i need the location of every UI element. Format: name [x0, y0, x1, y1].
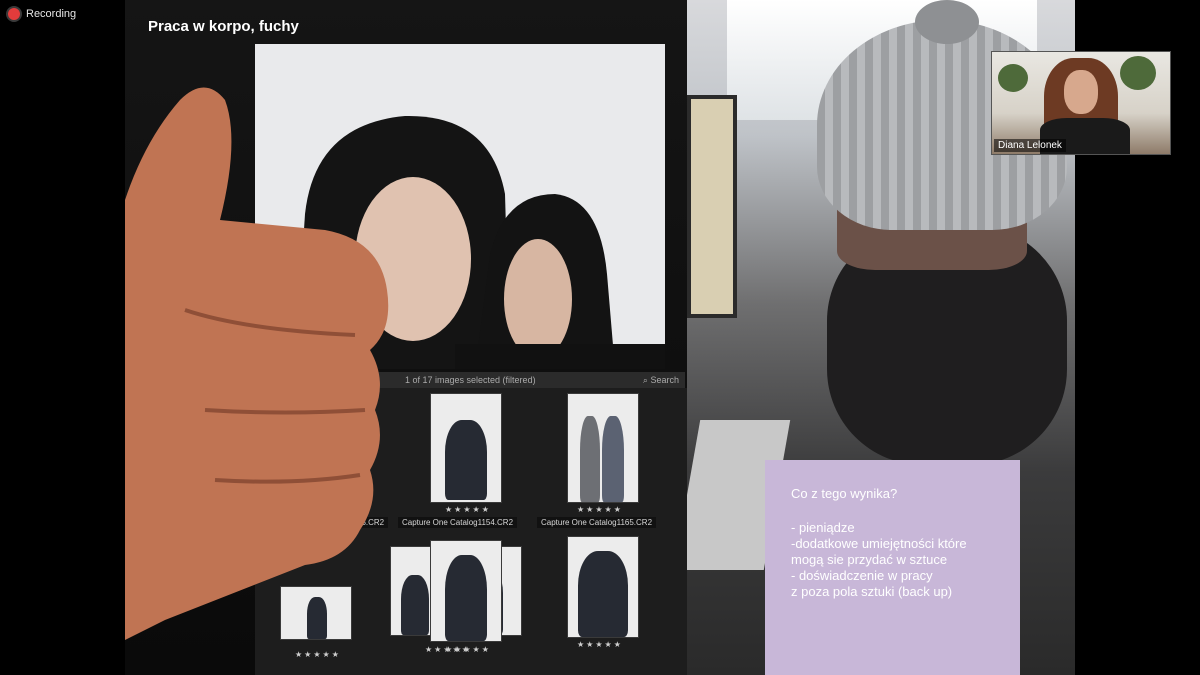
selection-count: 1 of 17 images selected (filtered) — [405, 375, 536, 385]
thumbnail[interactable] — [430, 393, 502, 503]
rating-stars[interactable]: ★★★★★ — [445, 505, 491, 514]
hat-pompom — [915, 0, 979, 44]
rating-stars[interactable]: ★★★★★ — [295, 650, 341, 659]
rating-stars[interactable]: ★★★★★ — [445, 645, 491, 654]
thumbnail[interactable] — [430, 540, 502, 642]
recording-indicator: Recording — [8, 8, 76, 20]
thumbnail-filename: Capture One Catalog1154.CR2 — [398, 517, 518, 528]
desk-monitor — [687, 95, 737, 318]
thumbnail[interactable] — [567, 393, 639, 503]
shared-screen: 1 of 17 images selected (filtered) ⌕ Sea… — [125, 0, 1075, 675]
search-label: Search — [650, 375, 679, 385]
recording-dot-icon — [8, 8, 20, 20]
thumbnail[interactable] — [567, 536, 639, 638]
callout-heading: Co z tego wynika? — [791, 486, 898, 501]
photo-left: 1 of 17 images selected (filtered) ⌕ Sea… — [125, 0, 687, 675]
thumbnail-filename: Capture One Catalog1165.CR2 — [537, 517, 657, 528]
thumbs-up-hand — [125, 87, 389, 640]
recording-label: Recording — [26, 8, 77, 20]
callout-line: mogą sie przydać w sztuce — [791, 552, 948, 567]
search-icon: ⌕ — [642, 375, 648, 385]
callout-line: z poza pola sztuki (back up) — [791, 584, 953, 599]
callout-line: - doświadczenie w pracy — [791, 568, 933, 583]
callout-line: -dodatkowe umiejętności które — [791, 536, 967, 551]
plant — [998, 64, 1028, 92]
slide-title: Praca w korpo, fuchy — [148, 18, 299, 35]
search-field[interactable]: ⌕ Search — [643, 375, 679, 386]
participant-face — [1064, 70, 1098, 114]
plant — [1120, 56, 1156, 90]
rating-stars[interactable]: ★★★★★ — [577, 505, 623, 514]
callout-line: - pieniądze — [791, 520, 855, 535]
participant-name: Diana Lelonek — [994, 139, 1066, 152]
rating-stars[interactable]: ★★★★★ — [577, 640, 623, 649]
callout-box: Co z tego wynika? - pieniądze -dodatkowe… — [765, 460, 1020, 675]
participant-video-tile[interactable]: Diana Lelonek — [991, 51, 1171, 155]
